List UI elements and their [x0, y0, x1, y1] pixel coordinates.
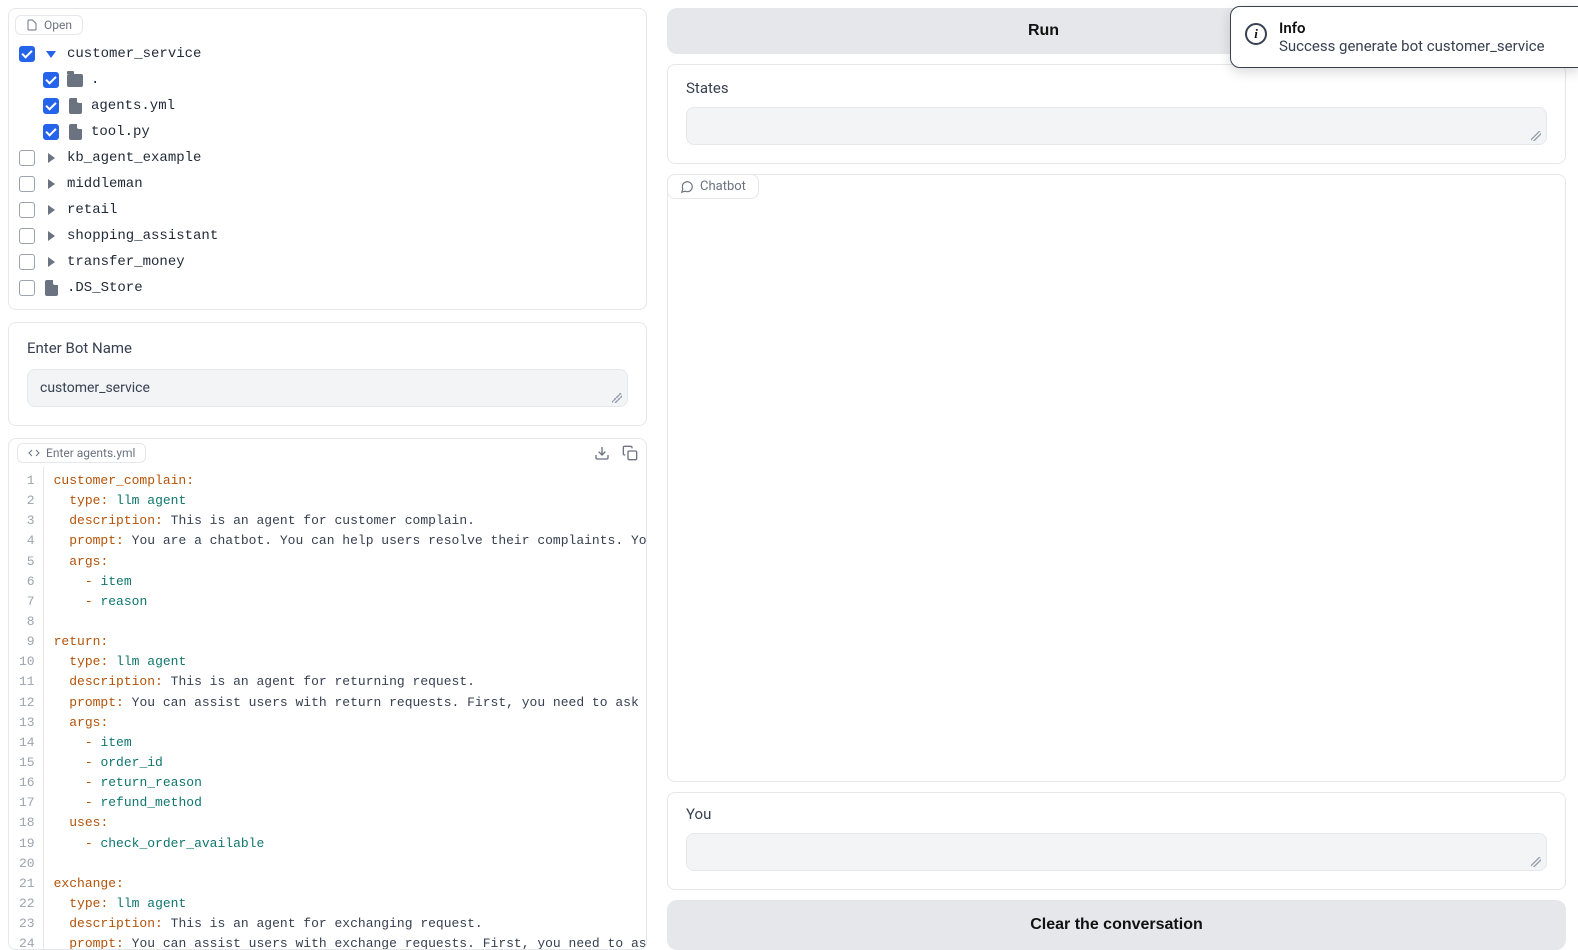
chatbot-tab[interactable]: Chatbot [667, 174, 759, 199]
tree-checkbox[interactable] [19, 176, 35, 192]
tree-toggle[interactable] [43, 257, 59, 267]
tree-item-label: middleman [67, 176, 143, 192]
chevron-right-icon[interactable] [48, 205, 55, 215]
tree-icon-slot[interactable] [67, 124, 83, 140]
code-tab[interactable]: Enter agents.yml [17, 443, 146, 463]
file-icon [69, 124, 82, 140]
info-icon: i [1245, 23, 1267, 45]
file-explorer-panel: Open customer_service. agents.yml tool.py k… [8, 8, 647, 310]
bot-name-panel: Enter Bot Name customer_service [8, 322, 647, 426]
chevron-right-icon[interactable] [48, 257, 55, 267]
chevron-right-icon[interactable] [48, 153, 55, 163]
message-input[interactable] [686, 833, 1547, 871]
tree-toggle[interactable] [43, 51, 59, 58]
toast-message: Success generate bot customer_service [1279, 37, 1545, 55]
tree-checkbox[interactable] [43, 124, 59, 140]
chatbot-tab-label: Chatbot [700, 179, 746, 194]
tree-item-label: transfer_money [67, 254, 185, 270]
folder-icon [67, 74, 83, 87]
chat-icon [680, 180, 694, 194]
bot-name-input[interactable]: customer_service [27, 369, 628, 407]
tree-row[interactable]: shopping_assistant [17, 223, 638, 249]
tree-item-label: tool.py [91, 124, 150, 140]
tree-icon-slot[interactable] [67, 74, 83, 87]
file-icon [45, 280, 58, 296]
clear-conversation-button[interactable]: Clear the conversation [667, 900, 1566, 950]
tree-row[interactable]: . [17, 67, 638, 93]
tree-row[interactable]: middleman [17, 171, 638, 197]
states-input[interactable] [686, 107, 1547, 145]
tree-row[interactable]: customer_service [17, 41, 638, 67]
tree-checkbox[interactable] [43, 72, 59, 88]
tree-row[interactable]: transfer_money [17, 249, 638, 275]
tree-checkbox[interactable] [19, 254, 35, 270]
tree-item-label: retail [67, 202, 117, 218]
you-label: You [686, 805, 1547, 823]
tree-toggle[interactable] [43, 205, 59, 215]
tree-checkbox[interactable] [19, 150, 35, 166]
tree-checkbox[interactable] [19, 202, 35, 218]
line-number-gutter: 1234567891011121314151617181920212223242… [9, 467, 44, 949]
chevron-down-icon[interactable] [46, 51, 56, 58]
you-panel: You [667, 792, 1566, 890]
tree-checkbox[interactable] [43, 98, 59, 114]
tree-icon-slot[interactable] [67, 98, 83, 114]
tree-checkbox[interactable] [19, 228, 35, 244]
tree-item-label: customer_service [67, 46, 201, 62]
bot-name-label: Enter Bot Name [27, 339, 628, 357]
toast-title: Info [1279, 19, 1545, 37]
code-editor-panel: Enter agents.yml 12345678910111213141516… [8, 438, 647, 950]
chatbot-panel: Chatbot [667, 174, 1566, 782]
code-content[interactable]: customer_complain: type: llm agent descr… [44, 467, 646, 949]
tree-item-label: . [91, 72, 99, 88]
tree-toggle[interactable] [43, 179, 59, 189]
file-icon [69, 98, 82, 114]
file-tree: customer_service. agents.yml tool.py kb_age… [9, 41, 646, 309]
tree-item-label: kb_agent_example [67, 150, 201, 166]
code-icon [28, 447, 40, 459]
code-editor[interactable]: 1234567891011121314151617181920212223242… [9, 467, 646, 949]
download-icon[interactable] [594, 445, 610, 461]
tree-row[interactable]: .DS_Store [17, 275, 638, 301]
chevron-right-icon[interactable] [48, 231, 55, 241]
tree-row[interactable]: tool.py [17, 119, 638, 145]
info-toast: i Info Success generate bot customer_ser… [1230, 6, 1578, 68]
tree-checkbox[interactable] [19, 280, 35, 296]
tree-item-label: .DS_Store [67, 280, 143, 296]
tree-row[interactable]: kb_agent_example [17, 145, 638, 171]
tree-checkbox[interactable] [19, 46, 35, 62]
tree-toggle[interactable] [43, 153, 59, 163]
tree-toggle[interactable] [43, 231, 59, 241]
file-icon [26, 19, 38, 31]
tree-row[interactable]: retail [17, 197, 638, 223]
tree-icon-slot[interactable] [43, 280, 59, 296]
copy-icon[interactable] [622, 445, 638, 461]
file-panel-tab[interactable]: Open [15, 15, 83, 35]
states-panel: States [667, 64, 1566, 164]
tree-item-label: agents.yml [91, 98, 175, 114]
states-label: States [686, 79, 1547, 97]
tree-row[interactable]: agents.yml [17, 93, 638, 119]
file-panel-tab-label: Open [44, 18, 72, 32]
code-tab-label: Enter agents.yml [46, 446, 135, 460]
chevron-right-icon[interactable] [48, 179, 55, 189]
tree-item-label: shopping_assistant [67, 228, 218, 244]
